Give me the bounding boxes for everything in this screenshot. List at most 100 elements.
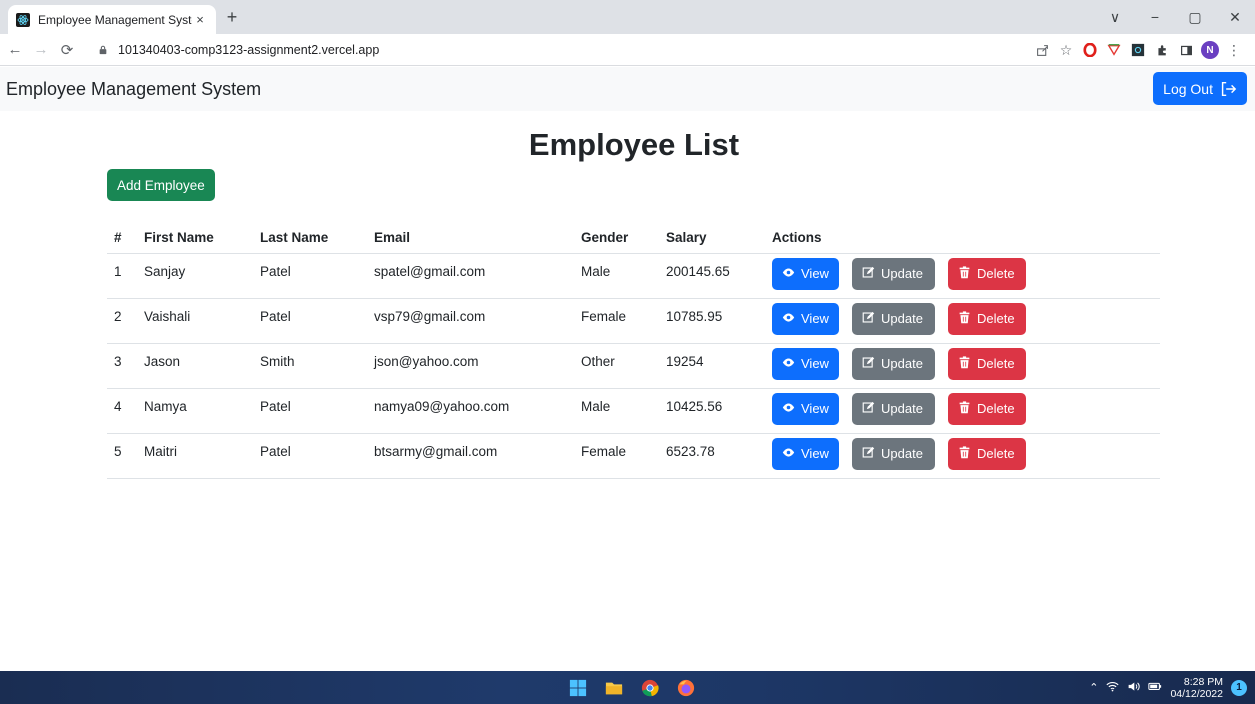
delete-button[interactable]: Delete — [948, 347, 1026, 380]
update-button[interactable]: Update — [852, 257, 935, 290]
share-icon[interactable] — [1031, 39, 1053, 61]
update-button[interactable]: Update — [852, 302, 935, 335]
cell-email: btsarmy@gmail.com — [374, 433, 581, 479]
cell-salary: 10425.56 — [666, 388, 772, 434]
view-label: View — [801, 401, 829, 416]
chevron-up-icon[interactable]: ⌃ — [1089, 681, 1098, 694]
wifi-icon[interactable] — [1106, 680, 1119, 696]
navbar-brand[interactable]: Employee Management System — [6, 79, 261, 100]
cell-first-name: Vaishali — [144, 298, 260, 344]
browser-tab[interactable]: Employee Management System × — [8, 5, 216, 34]
cell-gender: Female — [581, 433, 666, 479]
volume-icon[interactable] — [1127, 680, 1141, 696]
trash-icon — [958, 445, 971, 462]
update-label: Update — [881, 311, 923, 326]
cell-last-name: Patel — [260, 298, 374, 344]
cell-last-name: Patel — [260, 253, 374, 299]
column-header-first-name: First Name — [144, 222, 260, 254]
tab-search-icon[interactable]: ∨ — [1095, 9, 1135, 26]
column-header-gender: Gender — [581, 222, 666, 254]
add-employee-button[interactable]: Add Employee — [107, 169, 215, 201]
menu-kebab-icon[interactable]: ⋮ — [1223, 39, 1245, 61]
view-button[interactable]: View — [772, 437, 839, 470]
side-panel-icon[interactable] — [1175, 39, 1197, 61]
notification-badge[interactable]: 1 — [1231, 679, 1247, 696]
vue-extension-icon[interactable] — [1103, 39, 1125, 61]
reload-icon[interactable]: ⟳ — [56, 41, 78, 59]
profile-avatar[interactable]: N — [1199, 39, 1221, 61]
trash-icon — [958, 265, 971, 282]
delete-label: Delete — [977, 401, 1015, 416]
view-button[interactable]: View — [772, 347, 839, 380]
clock[interactable]: 8:28 PM 04/12/2022 — [1170, 676, 1223, 700]
cell-email: spatel@gmail.com — [374, 253, 581, 299]
delete-label: Delete — [977, 356, 1015, 371]
row-actions: View Update Delete — [772, 392, 1160, 425]
edit-icon — [862, 356, 875, 372]
logout-button[interactable]: Log Out — [1153, 72, 1247, 105]
eye-icon — [782, 266, 795, 282]
cell-first-name: Sanjay — [144, 253, 260, 299]
logout-arrow-icon — [1221, 81, 1237, 96]
cell-number: 1 — [107, 253, 144, 299]
delete-button[interactable]: Delete — [948, 437, 1026, 470]
logout-label: Log Out — [1163, 80, 1213, 97]
windows-start-icon[interactable] — [567, 677, 589, 699]
view-button[interactable]: View — [772, 257, 839, 290]
taskbar-apps — [567, 677, 697, 699]
battery-icon[interactable] — [1148, 679, 1162, 696]
lock-icon[interactable] — [96, 43, 110, 57]
bookmark-star-icon[interactable]: ☆ — [1055, 39, 1077, 61]
table-row: 4 Namya Patel namya09@yahoo.com Male 10425.56… — [107, 388, 1160, 434]
trash-icon — [958, 355, 971, 372]
extensions-puzzle-icon[interactable] — [1151, 39, 1173, 61]
cell-actions: View Update Delete — [772, 253, 1160, 299]
react-extension-icon[interactable] — [1127, 39, 1149, 61]
row-actions: View Update Delete — [772, 257, 1160, 290]
url-text: 101340403-comp3123-assignment2.vercel.ap… — [118, 43, 380, 57]
column-header-number: # — [107, 222, 144, 254]
delete-button[interactable]: Delete — [948, 392, 1026, 425]
forward-icon[interactable]: → — [30, 41, 52, 58]
update-button[interactable]: Update — [852, 347, 935, 380]
view-button[interactable]: View — [772, 392, 839, 425]
opera-extension-icon[interactable] — [1079, 39, 1101, 61]
tab-close-icon[interactable]: × — [192, 12, 208, 27]
update-button[interactable]: Update — [852, 392, 935, 425]
cell-gender: Female — [581, 298, 666, 344]
delete-button[interactable]: Delete — [948, 257, 1026, 290]
maximize-icon[interactable]: ▢ — [1175, 9, 1215, 26]
cell-email: namya09@yahoo.com — [374, 388, 581, 434]
cell-actions: View Update Delete — [772, 433, 1160, 479]
edit-icon — [862, 266, 875, 282]
cell-first-name: Namya — [144, 388, 260, 434]
update-button[interactable]: Update — [852, 437, 935, 470]
cell-last-name: Patel — [260, 388, 374, 434]
table-row: 3 Jason Smith json@yahoo.com Other 19254 View U… — [107, 343, 1160, 389]
close-window-icon[interactable]: ✕ — [1215, 9, 1255, 26]
cell-salary: 6523.78 — [666, 433, 772, 479]
update-label: Update — [881, 356, 923, 371]
eye-icon — [782, 356, 795, 372]
new-tab-button[interactable]: + — [222, 8, 242, 26]
employee-table: # First Name Last Name Email Gender Sala… — [107, 222, 1160, 479]
view-label: View — [801, 311, 829, 326]
view-button[interactable]: View — [772, 302, 839, 335]
column-header-email: Email — [374, 222, 581, 254]
page-title: Employee List — [528, 127, 740, 162]
browser-toolbar: ← → ⟳ 101340403-comp3123-assignment2.ver… — [0, 34, 1255, 66]
delete-button[interactable]: Delete — [948, 302, 1026, 335]
cell-actions: View Update Delete — [772, 343, 1160, 389]
chrome-icon[interactable] — [639, 677, 661, 699]
update-label: Update — [881, 446, 923, 461]
minimize-icon[interactable]: − — [1135, 9, 1175, 25]
cell-number: 2 — [107, 298, 144, 344]
file-explorer-icon[interactable] — [603, 677, 625, 699]
cell-gender: Other — [581, 343, 666, 389]
back-icon[interactable]: ← — [4, 41, 26, 58]
firefox-icon[interactable] — [675, 677, 697, 699]
cell-first-name: Jason — [144, 343, 260, 389]
address-bar[interactable]: 101340403-comp3123-assignment2.vercel.ap… — [96, 38, 1191, 62]
cell-gender: Male — [581, 253, 666, 299]
cell-email: vsp79@gmail.com — [374, 298, 581, 344]
